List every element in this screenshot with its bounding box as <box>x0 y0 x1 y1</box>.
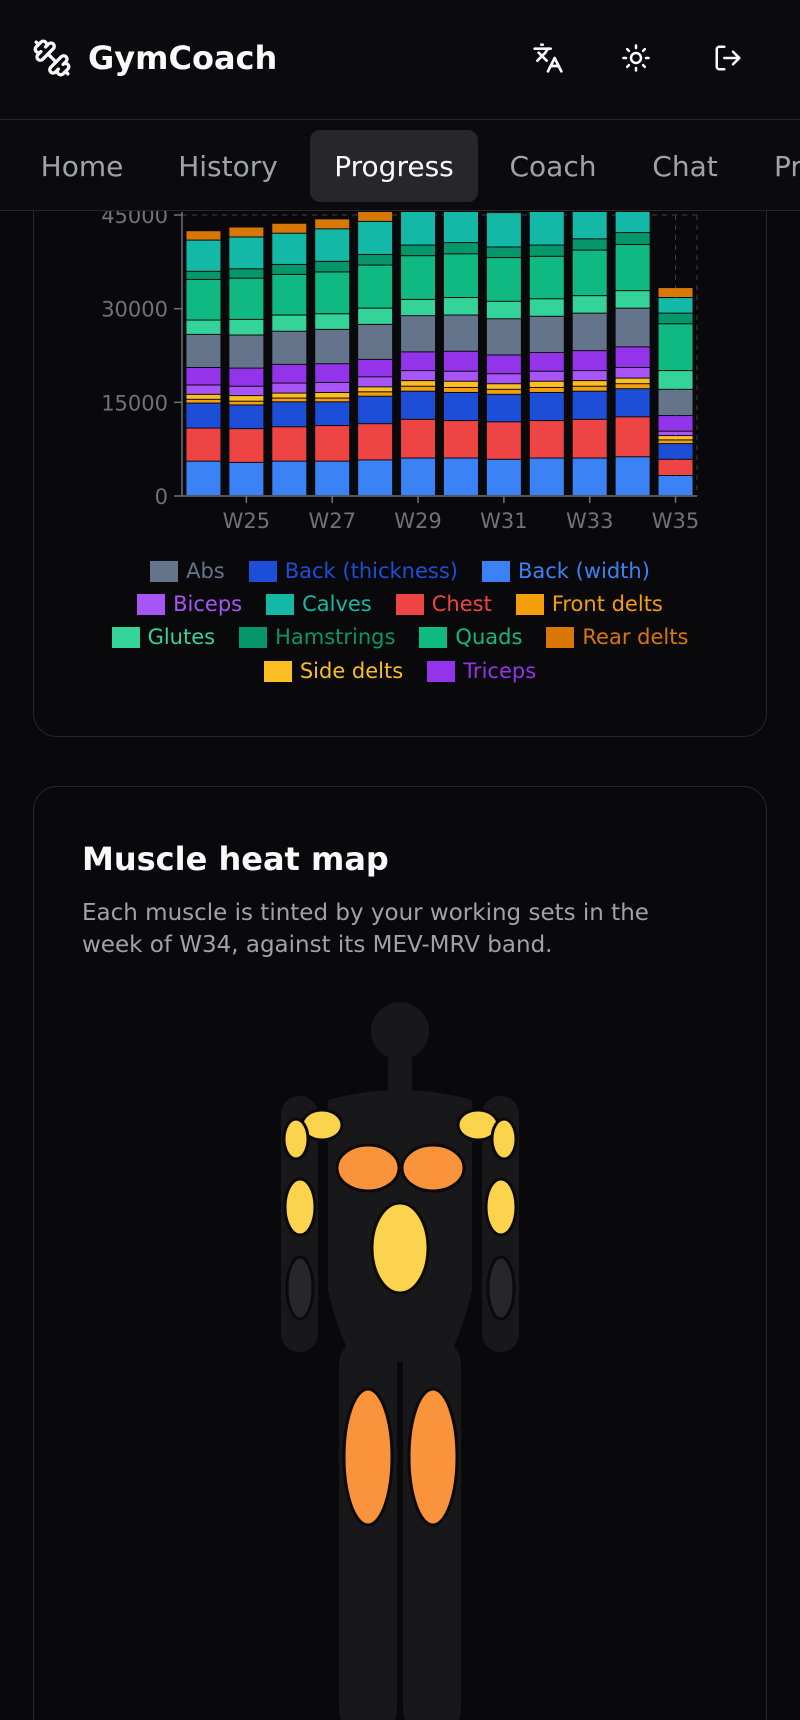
muscle-forearm-right <box>486 1255 516 1321</box>
tab-chat[interactable]: Chat <box>636 130 734 202</box>
tab-coach-label: Coach <box>509 149 597 183</box>
tab-coach[interactable]: Coach <box>496 130 610 202</box>
tab-home[interactable]: Home <box>22 130 142 202</box>
muscle-biceps-left <box>283 1177 317 1237</box>
tab-home-label: Home <box>40 149 124 183</box>
tab-history[interactable]: History <box>160 130 296 202</box>
muscle-chest-right <box>400 1143 466 1193</box>
tab-profile-label: Pr <box>774 149 800 183</box>
tab-chat-label: Chat <box>652 149 718 183</box>
muscle-biceps-right <box>484 1177 518 1237</box>
nav-tabs: Home History Progress Coach Chat Pr <box>0 121 800 211</box>
tab-profile[interactable]: Pr <box>756 130 800 202</box>
muscle-abs <box>370 1201 430 1295</box>
muscle-side-delt-right <box>490 1117 518 1161</box>
muscle-quads-right <box>407 1387 459 1527</box>
muscle-quads-left <box>342 1387 394 1527</box>
muscle-chest-left <box>335 1143 401 1193</box>
tab-progress-label: Progress <box>334 149 454 183</box>
muscle-side-delt-left <box>282 1117 310 1161</box>
body-silhouette <box>281 1002 519 1720</box>
muscle-forearm-left <box>285 1255 315 1321</box>
tab-history-label: History <box>178 149 278 183</box>
tab-progress[interactable]: Progress <box>310 130 478 202</box>
